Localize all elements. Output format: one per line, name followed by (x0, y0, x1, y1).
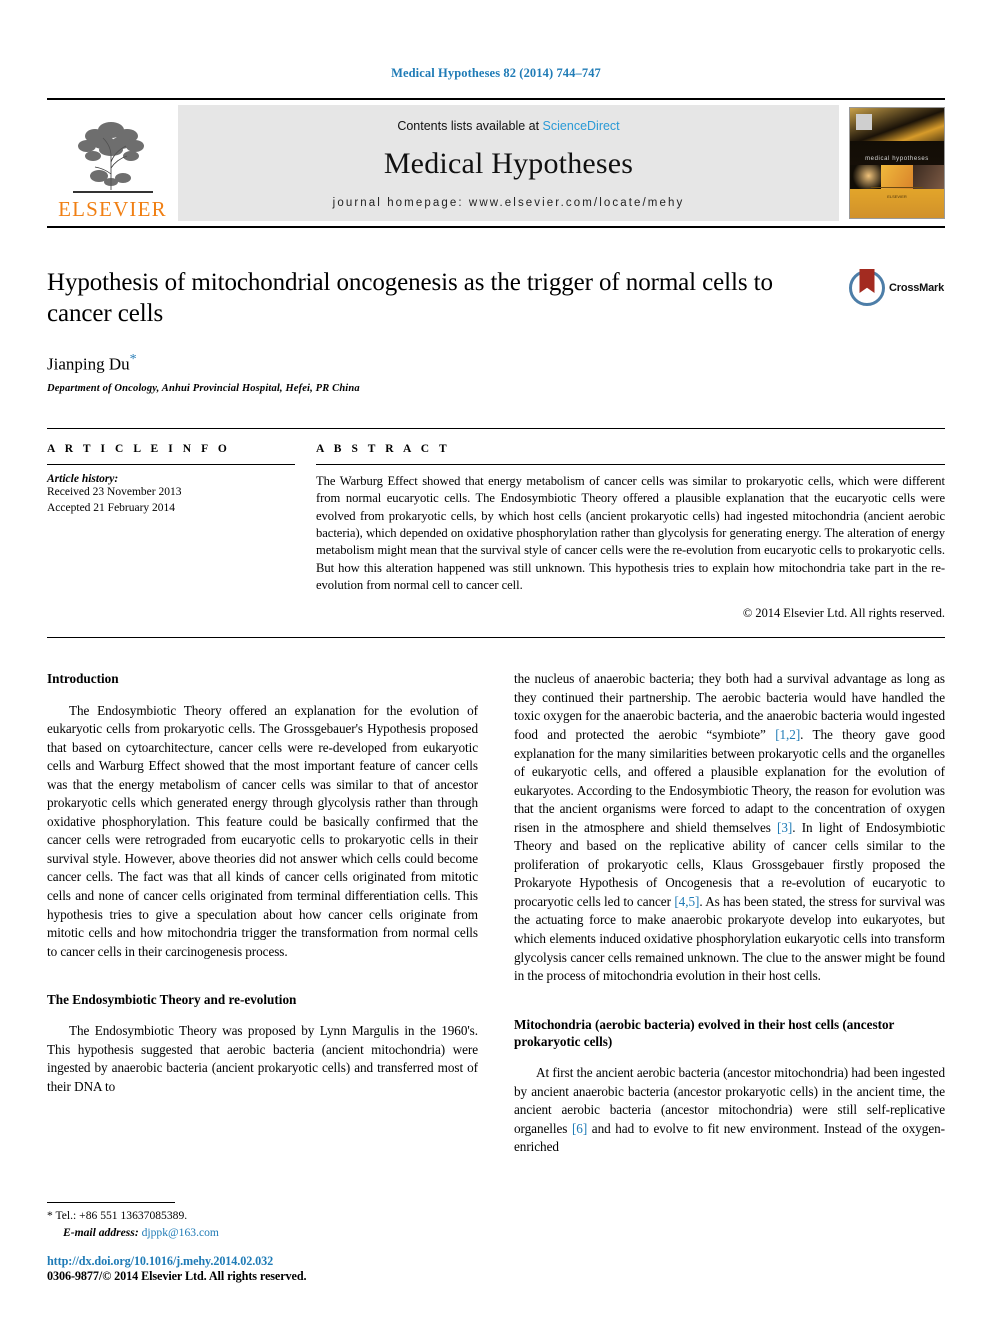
abstract-text: The Warburg Effect showed that energy me… (316, 474, 945, 593)
footnote-email: E-mail address: djppk@163.com (47, 1225, 467, 1241)
issn-copyright: 0306-9877/© 2014 Elsevier Ltd. All right… (47, 1269, 307, 1283)
sciencedirect-link[interactable]: ScienceDirect (543, 119, 620, 133)
abstract-bottom-rule (47, 637, 945, 639)
page-title: Hypothesis of mitochondrial oncogenesis … (47, 269, 773, 327)
author-footnote-marker[interactable]: * (130, 352, 137, 367)
paragraph-introduction-1: The Endosymbiotic Theory offered an expl… (47, 702, 478, 959)
footnote-email-label: E-mail address: (63, 1225, 139, 1239)
contents-prefix: Contents lists available at (397, 118, 543, 133)
journal-homepage-line[interactable]: journal homepage: www.elsevier.com/locat… (333, 197, 685, 209)
paragraph-mitochondria-1: At first the ancient aerobic bacteria (a… (514, 1064, 945, 1157)
elsevier-logo: ELSEVIER (47, 100, 178, 226)
info-divider (47, 464, 295, 466)
citation-ref-4-5[interactable]: [4,5] (674, 894, 699, 909)
footnote-tel-text: Tel.: +86 551 13637085389. (55, 1209, 188, 1223)
paragraph-continued-text-b: . The theory gave good explanation for t… (514, 726, 945, 835)
footnote-email-link[interactable]: djppk@163.com (142, 1226, 219, 1239)
footnote-marker: * (47, 1209, 53, 1223)
article-info-heading: A R T I C L E I N F O (47, 443, 231, 456)
author-label: Jianping Du (47, 354, 130, 374)
citation-ref-1-2[interactable]: [1,2] (775, 727, 800, 742)
abstract-divider (316, 464, 945, 466)
section-heading-endosymbiotic-theory: The Endosymbiotic Theory and re-evolutio… (47, 992, 297, 1008)
crossmark-badge[interactable]: CrossMark (849, 269, 945, 306)
footnote-rule (47, 1202, 175, 1204)
paragraph-endosymbiotic-1: The Endosymbiotic Theory was proposed by… (47, 1023, 478, 1094)
abstract-copyright: © 2014 Elsevier Ltd. All rights reserved… (742, 606, 945, 621)
crossmark-label: CrossMark (889, 282, 945, 294)
section-heading-introduction: Introduction (47, 671, 119, 687)
footnote-block: * Tel.: +86 551 13637085389. E-mail addr… (47, 1202, 467, 1284)
journal-cover-thumbnail[interactable]: medical hypotheses ELSEVIER (849, 107, 945, 219)
cover-image: medical hypotheses ELSEVIER (849, 107, 945, 219)
journal-masthead: ELSEVIER Contents lists available at Sci… (47, 98, 945, 228)
journal-band: Contents lists available at ScienceDirec… (178, 105, 839, 221)
elsevier-tree-icon (72, 122, 153, 193)
footnote-tel: * Tel.: +86 551 13637085389. (47, 1208, 467, 1224)
doi-link[interactable]: http://dx.doi.org/10.1016/j.mehy.2014.02… (47, 1254, 467, 1269)
cover-title-text: medical hypotheses (865, 156, 929, 163)
accepted-date: Accepted 21 February 2014 (47, 502, 176, 515)
info-abstract-section: A R T I C L E I N F O Article history: R… (47, 428, 945, 621)
citation-ref-6[interactable]: [6] (572, 1121, 587, 1136)
cover-publisher-text: ELSEVIER (887, 193, 907, 199)
article-page: Medical Hypotheses 82 (2014) 744–747 ELS… (0, 0, 992, 1323)
citation-ref-3[interactable]: [3] (777, 820, 792, 835)
article-info-column: A R T I C L E I N F O Article history: R… (47, 443, 309, 621)
author-name: Jianping Du* (47, 352, 831, 375)
abstract-column: A B S T R A C T The Warburg Effect showe… (309, 443, 945, 621)
doi-block: http://dx.doi.org/10.1016/j.mehy.2014.02… (47, 1254, 467, 1284)
journal-title: Medical Hypotheses (383, 146, 634, 180)
affiliation: Department of Oncology, Anhui Provincial… (47, 383, 360, 395)
body-column-right: the nucleus of anaerobic bacteria; they … (514, 670, 945, 1169)
elsevier-wordmark: ELSEVIER (58, 197, 167, 221)
received-date: Received 23 November 2013 (47, 486, 182, 499)
article-history-label: Article history: (47, 473, 119, 486)
section-heading-mitochondria-evolved: Mitochondria (aerobic bacteria) evolved … (514, 1016, 895, 1049)
paragraph-continued-1: the nucleus of anaerobic bacteria; they … (514, 670, 945, 985)
title-block: Hypothesis of mitochondrial oncogenesis … (47, 268, 945, 394)
contents-available-line: Contents lists available at ScienceDirec… (397, 119, 619, 133)
running-head: Medical Hypotheses 82 (2014) 744–747 (391, 66, 601, 80)
body-column-left: Introduction The Endosymbiotic Theory of… (47, 670, 478, 1169)
crossmark-icon (849, 269, 885, 306)
abstract-heading: A B S T R A C T (316, 443, 451, 456)
body-columns: Introduction The Endosymbiotic Theory of… (47, 670, 945, 1169)
